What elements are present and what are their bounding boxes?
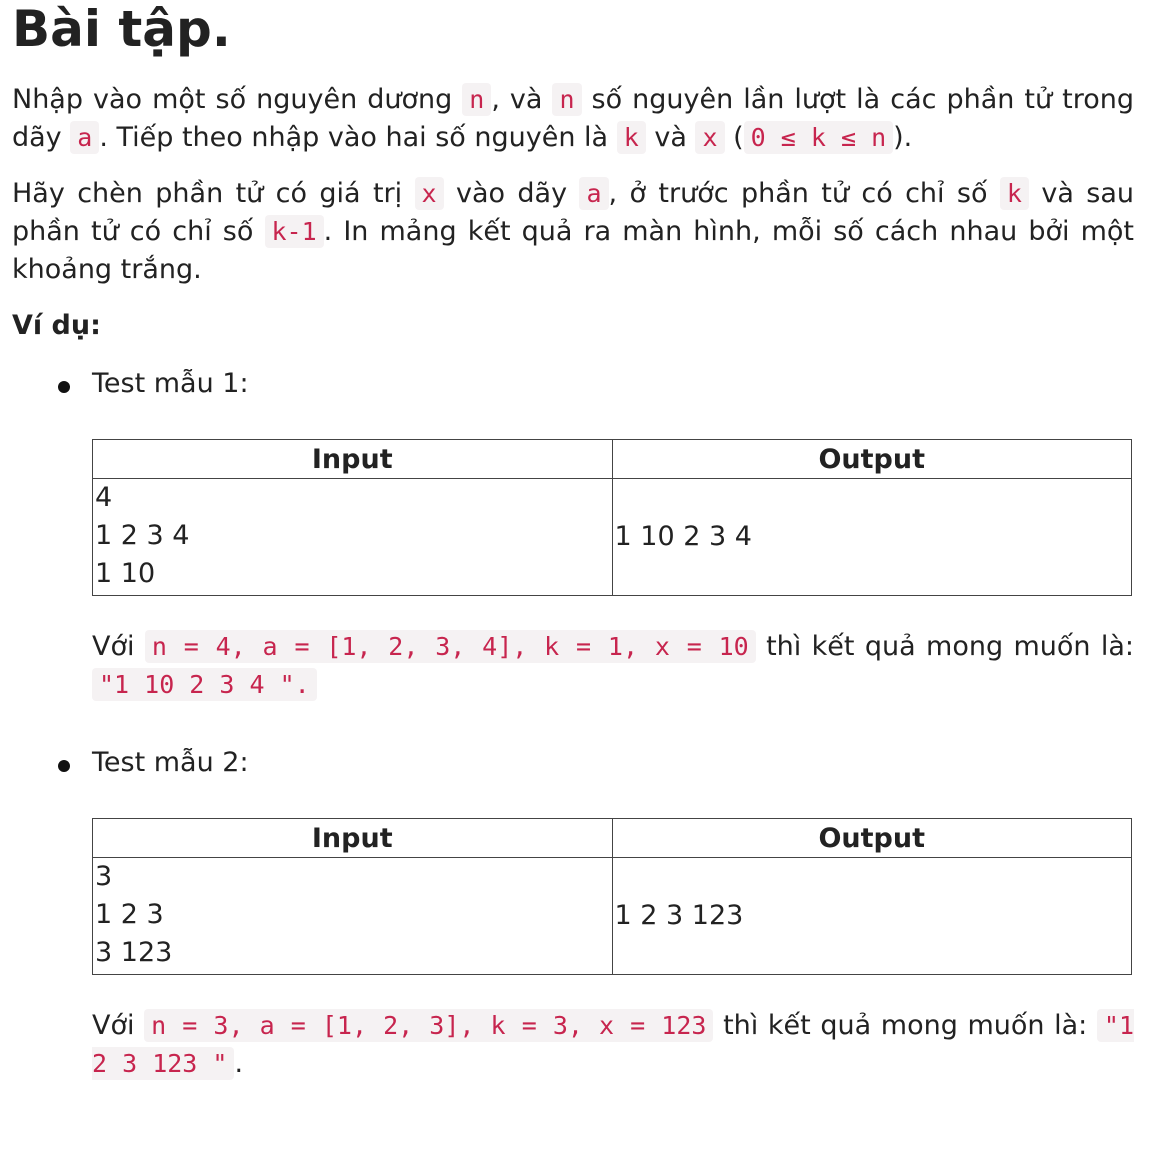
inline-code: a [70, 121, 100, 154]
table-header-row: Input Output [92, 439, 1132, 479]
test-label: Test mẫu 2: [92, 747, 249, 778]
text: thì kết quả mong muốn là: [755, 631, 1134, 662]
page-title: Bài tập. [12, 0, 231, 58]
test-item: Test mẫu 1: Input Output 4 1 2 3 4 1 10 … [12, 365, 1134, 704]
text: Nhập vào một số nguyên dương [12, 84, 463, 115]
text: . Tiếp theo nhập vào hai số nguyên là [99, 122, 617, 153]
bullet-icon [58, 381, 70, 393]
input-line: 3 [95, 861, 113, 892]
text: ). [893, 122, 913, 153]
inline-code: 0 ≤ k ≤ n [743, 121, 894, 154]
table-row: 3 1 2 3 3 123 1 2 3 123 [92, 857, 1132, 975]
input-line: 4 [95, 482, 113, 513]
problem-description: Nhập vào một số nguyên dương n, và n số … [12, 81, 1134, 157]
output-header: Output [611, 818, 1132, 858]
inline-code: n = 3, a = [1, 2, 3], k = 3, x = 123 [144, 1009, 714, 1042]
inline-code: x [414, 177, 444, 210]
text: , và [491, 84, 553, 115]
example-heading: Ví dụ: [12, 310, 101, 341]
table-row: 4 1 2 3 4 1 10 1 10 2 3 4 [92, 478, 1132, 596]
test-explanation: Với n = 3, a = [1, 2, 3], k = 3, x = 123… [92, 1007, 1135, 1083]
exercise-document: Bài tập. Nhập vào một số nguyên dương n,… [0, 2, 1150, 1083]
inline-code: n [462, 83, 492, 116]
input-header: Input [92, 818, 613, 858]
text: vào dãy [443, 178, 580, 209]
input-cell: 4 1 2 3 4 1 10 [92, 478, 613, 596]
text: Với [92, 631, 145, 662]
test-table: Input Output 4 1 2 3 4 1 10 1 10 2 3 4 [92, 439, 1132, 596]
test-list: Test mẫu 1: Input Output 4 1 2 3 4 1 10 … [12, 365, 1135, 1083]
bullet-icon [58, 760, 70, 772]
input-line: 3 123 [95, 937, 173, 968]
test-label: Test mẫu 1: [92, 368, 249, 399]
output-header: Output [611, 439, 1132, 479]
inline-code: k [616, 121, 646, 154]
inline-code: "1 10 2 3 4 ". [92, 668, 317, 701]
input-line: 1 10 [95, 558, 156, 589]
inline-code: a [579, 177, 609, 210]
inline-code: x [695, 121, 725, 154]
text: . [234, 1048, 244, 1079]
test-explanation: Với n = 4, a = [1, 2, 3, 4], k = 1, x = … [92, 628, 1134, 704]
task-description: Hãy chèn phần tử có giá trị x vào dãy a,… [12, 175, 1134, 289]
inline-code: n [552, 83, 582, 116]
test-item: Test mẫu 2: Input Output 3 1 2 3 3 123 1… [12, 744, 1135, 1083]
input-line: 1 2 3 [95, 899, 164, 930]
text: thì kết quả mong muốn là: [713, 1010, 1097, 1041]
test-table: Input Output 3 1 2 3 3 123 1 2 3 123 [92, 818, 1132, 975]
text: , ở trước phần tử có chỉ số [608, 178, 1000, 209]
output-cell: 1 10 2 3 4 [611, 478, 1132, 596]
output-cell: 1 2 3 123 [611, 857, 1132, 975]
text: Với [92, 1010, 145, 1041]
inline-code: n = 4, a = [1, 2, 3, 4], k = 1, x = 10 [144, 630, 756, 663]
text: ( [724, 122, 744, 153]
table-header-row: Input Output [92, 818, 1132, 858]
inline-code: k [999, 177, 1029, 210]
input-header: Input [92, 439, 613, 479]
inline-code: k-1 [264, 215, 324, 248]
text: Hãy chèn phần tử có giá trị [12, 178, 415, 209]
text: và [645, 122, 696, 153]
input-cell: 3 1 2 3 3 123 [92, 857, 613, 975]
input-line: 1 2 3 4 [95, 520, 190, 551]
